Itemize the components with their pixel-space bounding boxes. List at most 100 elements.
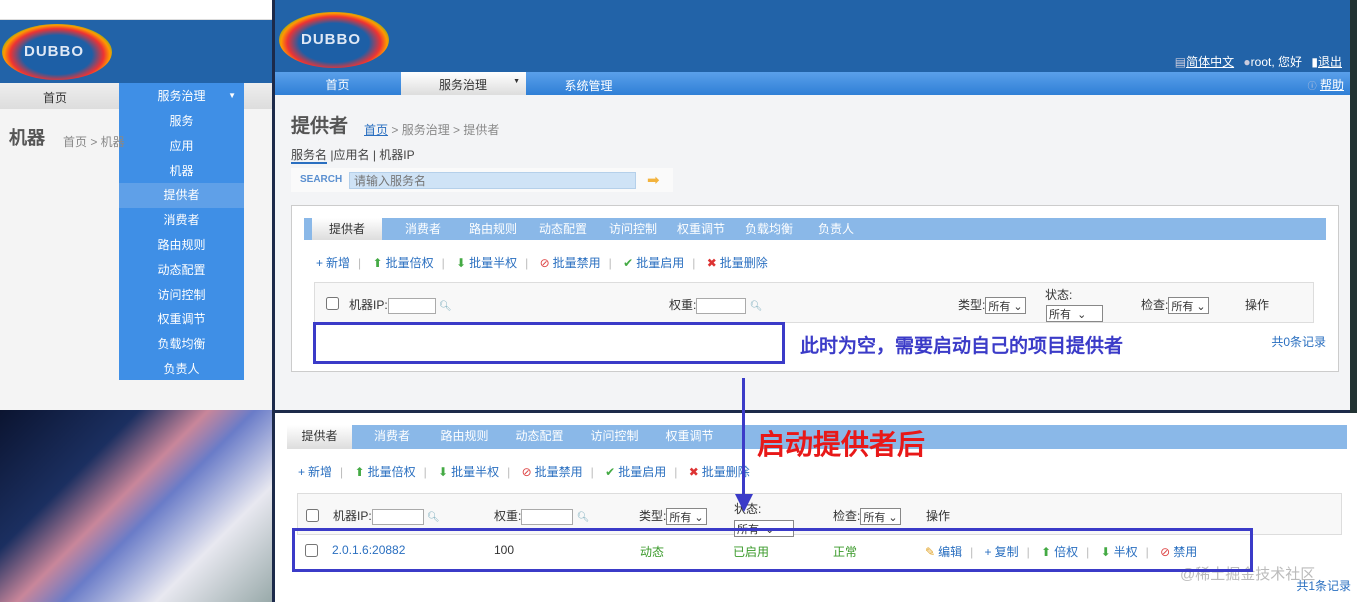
- search-tab-app[interactable]: 应用名: [333, 148, 369, 162]
- menu-item-service[interactable]: 服务: [119, 109, 244, 134]
- menu-item-app[interactable]: 应用: [119, 134, 244, 159]
- tab-access[interactable]: 访问控制: [598, 218, 668, 240]
- tab-config[interactable]: 动态配置: [502, 425, 577, 447]
- caret-down-icon: ▼: [228, 91, 236, 100]
- ip-input[interactable]: [371, 508, 424, 525]
- document-icon: ▤: [1174, 55, 1187, 69]
- breadcrumb: 首页 > 机器: [63, 135, 125, 149]
- logout-link[interactable]: 退出: [1318, 55, 1342, 69]
- check-value: 所有: [1171, 301, 1194, 314]
- menu-item-consumer[interactable]: 消费者: [119, 208, 244, 233]
- page-title: 机器: [9, 128, 45, 148]
- nav-governance-label: 服务治理: [439, 78, 488, 92]
- left-panel: DUBBO 首页 服务治理 ▼ 服务 应用 机器 提供者 消费者 路由规则 动态配…: [0, 0, 272, 410]
- tab-loadbalance[interactable]: 负载均衡: [734, 218, 804, 240]
- half-weight-button[interactable]: ⬇ 批量半权: [456, 256, 517, 270]
- double-weight-button[interactable]: ⬆ 批量倍权: [355, 465, 416, 479]
- select-all-checkbox[interactable]: [306, 509, 319, 522]
- breadcrumb-path: > 服务治理 > 提供者: [391, 123, 500, 137]
- dubbo-logo: DUBBO: [2, 24, 112, 80]
- search-tab-ip[interactable]: 机器IP: [379, 148, 414, 162]
- nav-home[interactable]: 首页: [20, 89, 90, 106]
- menu-item-config[interactable]: 动态配置: [119, 258, 244, 283]
- add-label: 新增: [308, 465, 333, 479]
- weight-label: 权重:: [494, 509, 522, 523]
- menu-item-loadbalance[interactable]: 负载均衡: [119, 332, 244, 357]
- check-filter: 检查: 所有 ⌄: [833, 507, 901, 526]
- tab-owner[interactable]: 负责人: [801, 218, 871, 240]
- action-bar: + 新增 | ⬆ 批量倍权 | ⬇ 批量半权 | ⊘ 批量禁用 | ✔ 批量启用 | ✖ 批量删除: [316, 256, 768, 270]
- half-weight-button[interactable]: ⬇ 批量半权: [438, 465, 499, 479]
- ip-input[interactable]: [387, 297, 436, 314]
- dubbo-logo: DUBBO: [279, 12, 389, 68]
- search-input[interactable]: [349, 172, 636, 189]
- tab-consumer[interactable]: 消费者: [357, 425, 427, 447]
- menu-item-machine[interactable]: 机器: [119, 159, 244, 184]
- weight-filter: 权重: 🔍︎: [669, 296, 762, 314]
- tab-access[interactable]: 访问控制: [577, 425, 652, 447]
- type-label: 类型:: [639, 509, 667, 523]
- nav-governance[interactable]: 服务治理 ▼: [119, 83, 244, 109]
- help-link[interactable]: ⓘ 帮助: [1308, 76, 1344, 93]
- status-select[interactable]: 所有 ⌄: [1046, 305, 1103, 322]
- search-arrow-icon[interactable]: ➡: [647, 171, 660, 189]
- weight-input[interactable]: [696, 297, 747, 314]
- tab-route[interactable]: 路由规则: [458, 218, 528, 240]
- tab-weight[interactable]: 权重调节: [652, 425, 727, 447]
- double-weight-label: 批量倍权: [385, 256, 434, 270]
- breadcrumb-home[interactable]: 首页: [364, 123, 388, 137]
- menu-item-weight[interactable]: 权重调节: [119, 307, 244, 332]
- menu-item-access[interactable]: 访问控制: [119, 283, 244, 308]
- search-icon: 🔍︎: [439, 301, 452, 312]
- menu-item-route[interactable]: 路由规则: [119, 233, 244, 258]
- window-edge: [1350, 0, 1357, 415]
- type-select[interactable]: 所有 ⌄: [666, 508, 707, 526]
- check-select[interactable]: 所有 ⌄: [860, 508, 901, 526]
- forbidden-icon: ⊘: [521, 465, 532, 479]
- ip-label: 机器IP:: [333, 509, 372, 523]
- nav-system[interactable]: 系统管理: [541, 77, 636, 94]
- tab-consumer[interactable]: 消费者: [388, 218, 458, 240]
- disable-button[interactable]: ⊘ 批量禁用: [540, 256, 601, 270]
- tab-route[interactable]: 路由规则: [427, 425, 502, 447]
- plus-icon: +: [298, 465, 306, 479]
- menu-item-owner[interactable]: 负责人: [119, 357, 244, 382]
- arrow-down-icon: [735, 494, 753, 512]
- background-artwork: [0, 410, 272, 602]
- delete-button[interactable]: ✖ 批量删除: [707, 256, 768, 270]
- search-tab-service[interactable]: 服务名: [291, 148, 328, 164]
- nav-home[interactable]: 首页: [285, 76, 390, 93]
- ops-label: 操作: [926, 509, 951, 523]
- double-weight-button[interactable]: ⬆ 批量倍权: [373, 256, 434, 270]
- help-icon: ⓘ: [1307, 81, 1317, 91]
- provider-tabs: 提供者 消费者 路由规则 动态配置 访问控制 权重调节 负载均衡 负责人: [304, 218, 1326, 240]
- enable-label: 批量启用: [636, 256, 685, 270]
- delete-button[interactable]: ✖ 批量删除: [689, 465, 750, 479]
- annotation-after: 启动提供者后: [757, 429, 926, 460]
- menu-item-provider[interactable]: 提供者: [119, 183, 244, 209]
- breadcrumb: 首页 > 服务治理 > 提供者: [364, 121, 499, 138]
- enable-button[interactable]: ✔ 批量启用: [623, 256, 684, 270]
- check-select[interactable]: 所有 ⌄: [1168, 297, 1209, 315]
- nav-governance[interactable]: 服务治理 ▼: [401, 72, 526, 95]
- disable-button[interactable]: ⊘ 批量禁用: [522, 465, 583, 479]
- nav-bar: 首页 服务治理 ▼ 系统管理 ⓘ 帮助: [275, 72, 1350, 95]
- weight-label: 权重:: [669, 298, 697, 312]
- enable-button[interactable]: ✔ 批量启用: [605, 465, 666, 479]
- arrow-up-icon: ⬆: [372, 256, 383, 270]
- add-button[interactable]: + 新增: [316, 256, 350, 270]
- tab-config[interactable]: 动态配置: [528, 218, 598, 240]
- status-label: 状态:: [1045, 288, 1073, 302]
- add-button[interactable]: + 新增: [298, 465, 332, 479]
- tab-provider[interactable]: 提供者: [312, 218, 382, 240]
- tab-weight[interactable]: 权重调节: [666, 218, 736, 240]
- tab-provider[interactable]: 提供者: [287, 425, 352, 449]
- select-all-checkbox[interactable]: [326, 297, 339, 310]
- arrow-down-icon: ⬇: [438, 465, 449, 479]
- half-weight-label: 批量半权: [451, 465, 500, 479]
- arrow-down-icon: ⬇: [456, 256, 467, 270]
- language-link[interactable]: 简体中文: [1186, 55, 1234, 69]
- check-label: 检查:: [833, 509, 861, 523]
- type-select[interactable]: 所有 ⌄: [985, 297, 1026, 315]
- weight-input[interactable]: [521, 508, 574, 525]
